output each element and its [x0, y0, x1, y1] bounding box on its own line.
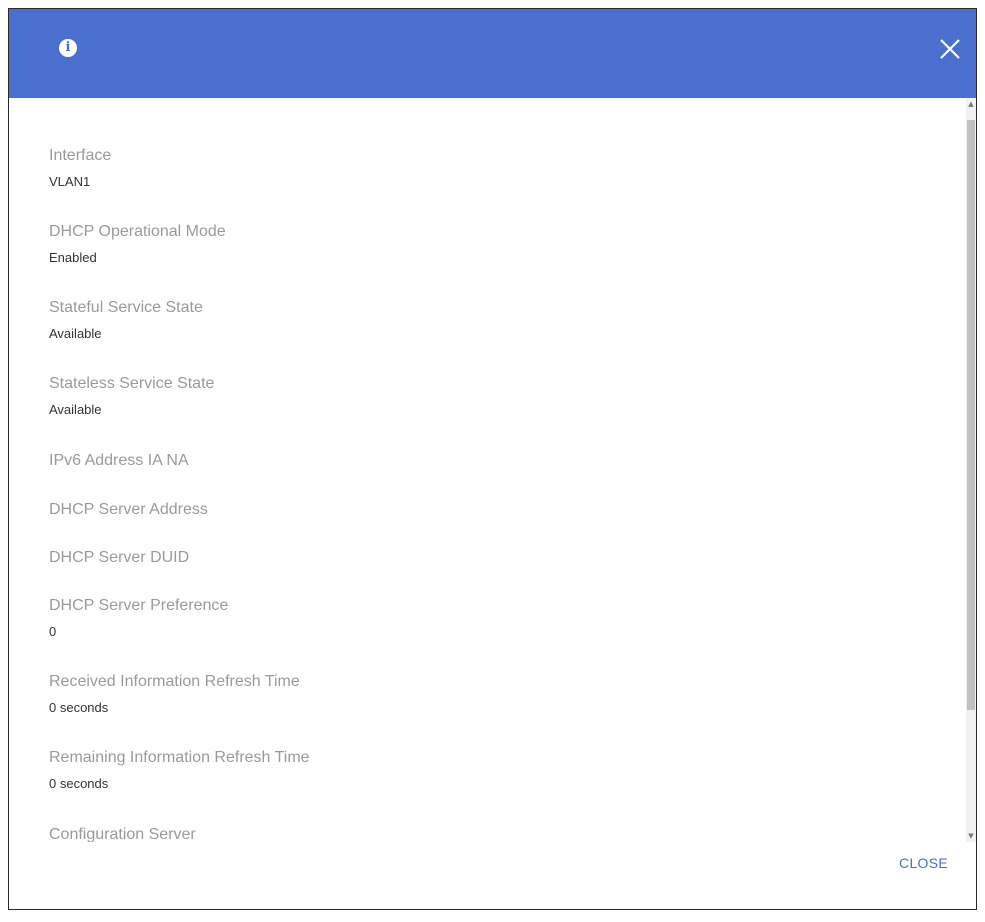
- scroll-thumb[interactable]: [967, 120, 975, 710]
- dialog-header: i: [9, 9, 976, 98]
- field-label: DHCP Server Preference: [49, 597, 229, 614]
- field-stateless-service-state: Stateless Service State Available: [49, 374, 214, 418]
- field-received-information-refresh-time: Received Information Refresh Time 0 seco…: [49, 672, 300, 716]
- field-value: Available: [49, 326, 102, 341]
- field-dhcp-server-address: DHCP Server Address: [49, 500, 208, 520]
- field-ipv6-address-ia-na: IPv6 Address IA NA: [49, 451, 189, 471]
- scroll-down-arrow-icon[interactable]: ▼: [966, 830, 976, 842]
- field-value: 0 seconds: [49, 776, 109, 791]
- field-label: Received Information Refresh Time: [49, 673, 300, 690]
- info-icon: i: [59, 39, 77, 57]
- field-value: 0 seconds: [49, 700, 109, 715]
- close-icon[interactable]: [936, 35, 964, 63]
- dialog-body[interactable]: Interface VLAN1 DHCP Operational Mode En…: [9, 98, 976, 842]
- field-dhcp-server-duid: DHCP Server DUID: [49, 548, 189, 568]
- field-value: VLAN1: [49, 174, 91, 189]
- field-label: Interface: [49, 147, 112, 164]
- field-stateful-service-state: Stateful Service State Available: [49, 298, 203, 342]
- field-value: Available: [49, 402, 102, 417]
- field-label: Stateful Service State: [49, 299, 203, 316]
- field-label: Remaining Information Refresh Time: [49, 749, 310, 766]
- info-dialog: i Interface VLAN1 DHCP Operational Mode …: [8, 8, 977, 910]
- field-label: DHCP Server DUID: [49, 549, 190, 566]
- field-configuration-server: Configuration Server: [49, 825, 196, 842]
- field-value: Enabled: [49, 250, 97, 265]
- field-label: Stateless Service State: [49, 375, 215, 392]
- field-interface: Interface VLAN1: [49, 146, 111, 190]
- scrollbar[interactable]: ▲ ▼: [966, 98, 976, 842]
- field-dhcp-server-preference: DHCP Server Preference 0: [49, 596, 228, 640]
- field-label: DHCP Operational Mode: [49, 223, 226, 240]
- scroll-up-arrow-icon[interactable]: ▲: [966, 98, 976, 110]
- field-label: IPv6 Address IA NA: [49, 452, 189, 469]
- field-value: 0: [49, 624, 57, 639]
- close-button[interactable]: CLOSE: [895, 851, 952, 875]
- field-remaining-information-refresh-time: Remaining Information Refresh Time 0 sec…: [49, 748, 310, 792]
- field-label: Configuration Server: [49, 826, 196, 842]
- field-dhcp-operational-mode: DHCP Operational Mode Enabled: [49, 222, 226, 266]
- field-label: DHCP Server Address: [49, 501, 208, 518]
